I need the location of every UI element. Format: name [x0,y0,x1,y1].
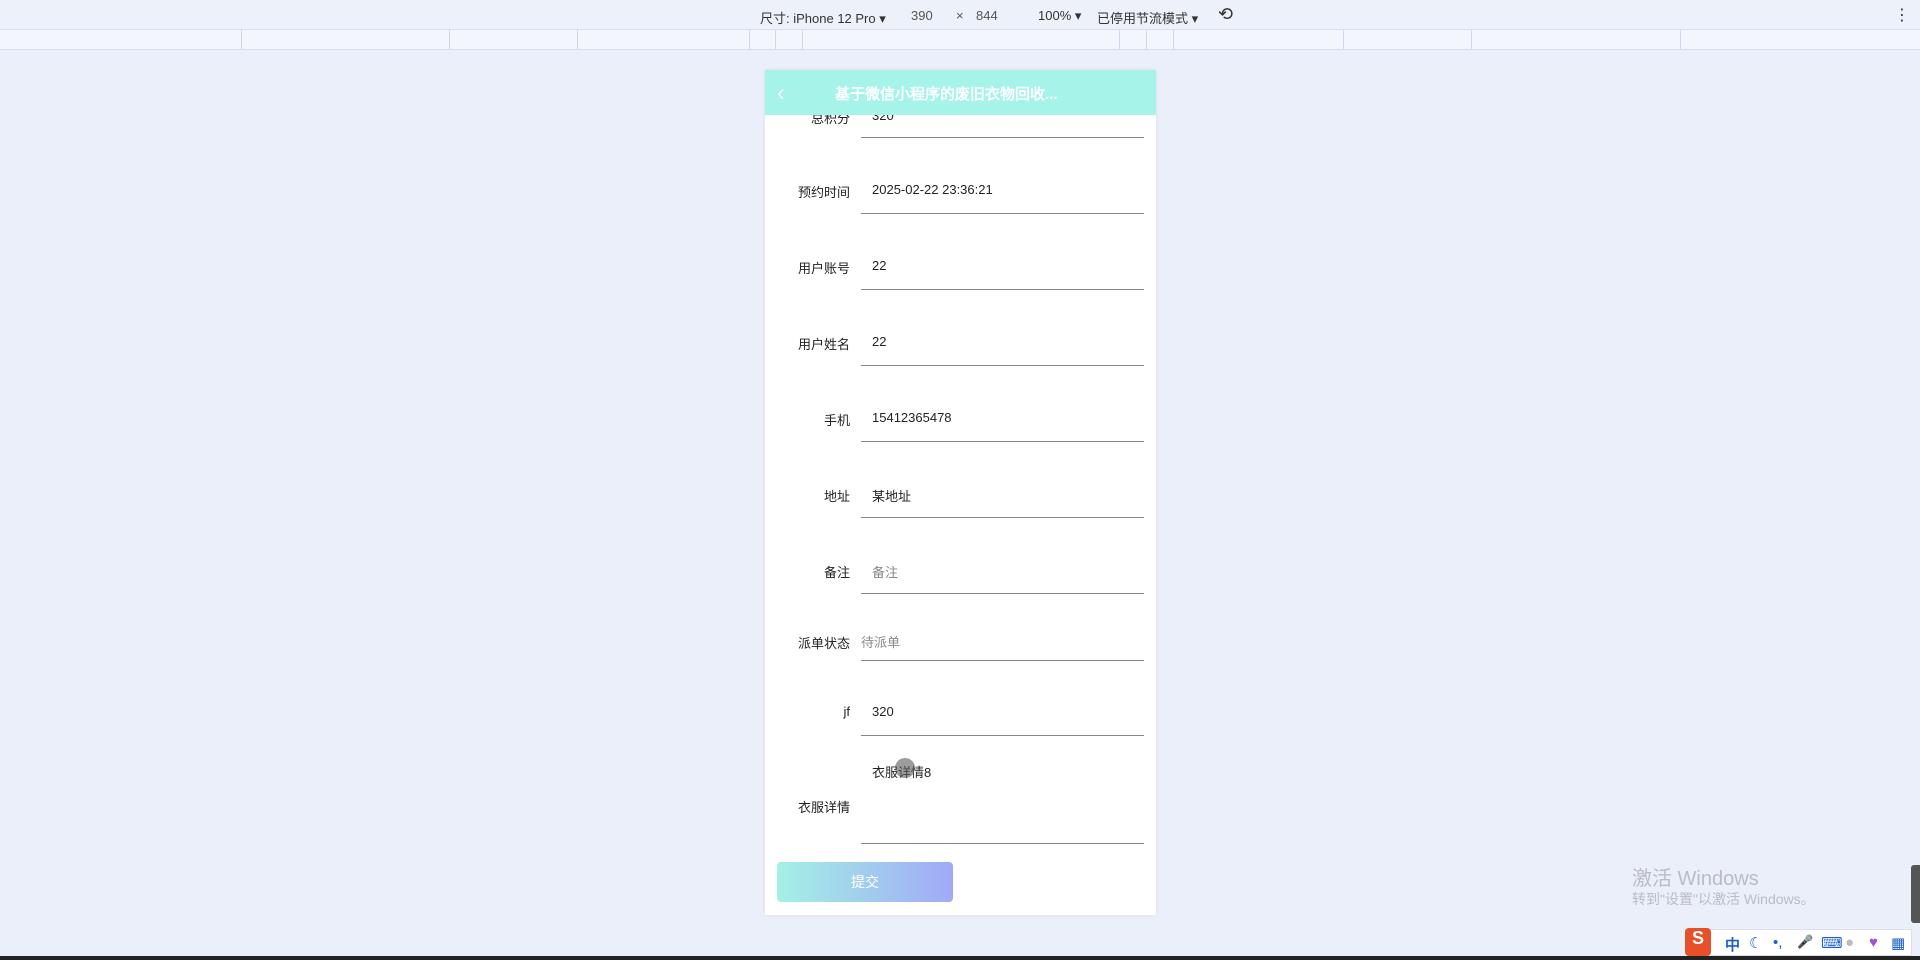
field-label: 派单状态 [797,636,850,651]
moon-icon[interactable]: ☾ [1749,934,1762,952]
keyboard-icon[interactable]: ⌨ [1821,934,1843,952]
zoom-select[interactable]: 100% ▾ [1038,8,1081,24]
field-label: 衣服详情 [797,800,850,815]
back-icon[interactable]: ‹ [777,80,784,106]
nav-header: ‹ 基于微信小程序的废旧衣物回收... [765,70,1156,115]
field-label: 备注 [823,565,850,580]
submit-button[interactable]: 提交 [777,862,953,902]
apps-icon[interactable]: ▦ [1891,934,1905,952]
field-value: 2025-02-22 23:36:21 [872,182,993,197]
activation-watermark-title: 激活 Windows [1632,868,1759,890]
punctuation-icon[interactable]: •, [1773,934,1782,951]
more-icon[interactable]: ⋮ [1894,5,1910,25]
activation-watermark-text: 转到"设置"以激活 Windows。 [1632,891,1815,907]
rotate-icon[interactable]: ⟲ [1218,4,1233,25]
field-value: 待派单 [861,635,901,650]
phone-viewport: ‹ 基于微信小程序的废旧衣物回收... 总积分 320 预约时间 2025-02… [765,70,1156,915]
address-input[interactable]: 某地址 [861,470,1144,518]
height-input[interactable]: 844 [976,8,998,23]
sogou-icon[interactable]: S [1685,928,1711,956]
devtools-toolbar: 尺寸: iPhone 12 Pro ▾ 390 × 844 100% ▾ 已停用… [0,0,1920,30]
phone-input[interactable]: 15412365478 [861,394,1144,442]
lang-toggle[interactable]: 中 [1725,934,1740,955]
field-value: 22 [872,258,887,273]
touch-cursor [895,758,915,778]
status-select[interactable]: 待派单 [861,616,1144,661]
field-value: 15412365478 [872,410,952,425]
field-label: 用户账号 [797,261,850,276]
skin-icon[interactable]: ♥ [1869,934,1878,951]
field-label: 手机 [823,413,850,428]
width-input[interactable]: 390 [911,8,933,23]
remark-input[interactable]: 备注 [861,546,1144,594]
page-title: 基于微信小程序的废旧衣物回收... [835,86,1058,103]
volume-indicator [1911,865,1920,923]
mic-icon[interactable]: 🎤 [1797,934,1813,950]
time-input[interactable]: 2025-02-22 23:36:21 [861,166,1144,214]
field-label: jf [843,704,851,719]
field-label: 地址 [823,489,850,504]
media-query-ruler[interactable] [0,30,1920,50]
name-input[interactable]: 22 [861,318,1144,366]
account-input[interactable]: 22 [861,242,1144,290]
times-sign: × [956,8,964,23]
ime-toolbar: S 中 ☾ •, 🎤 ⌨ ● ♥ ▦ [1685,928,1912,956]
field-value: 320 [872,704,894,719]
field-value: 某地址 [872,489,912,504]
field-placeholder: 备注 [872,565,899,580]
field-label: 预约时间 [797,185,850,200]
device-select[interactable]: 尺寸: iPhone 12 Pro ▾ [760,8,886,27]
taskbar [0,956,1920,960]
jf-input[interactable]: 320 [861,688,1144,736]
user-icon[interactable]: ● [1845,934,1854,951]
field-value: 22 [872,334,887,349]
throttle-select[interactable]: 已停用节流模式 ▾ [1097,8,1198,27]
field-label: 用户姓名 [797,337,850,352]
